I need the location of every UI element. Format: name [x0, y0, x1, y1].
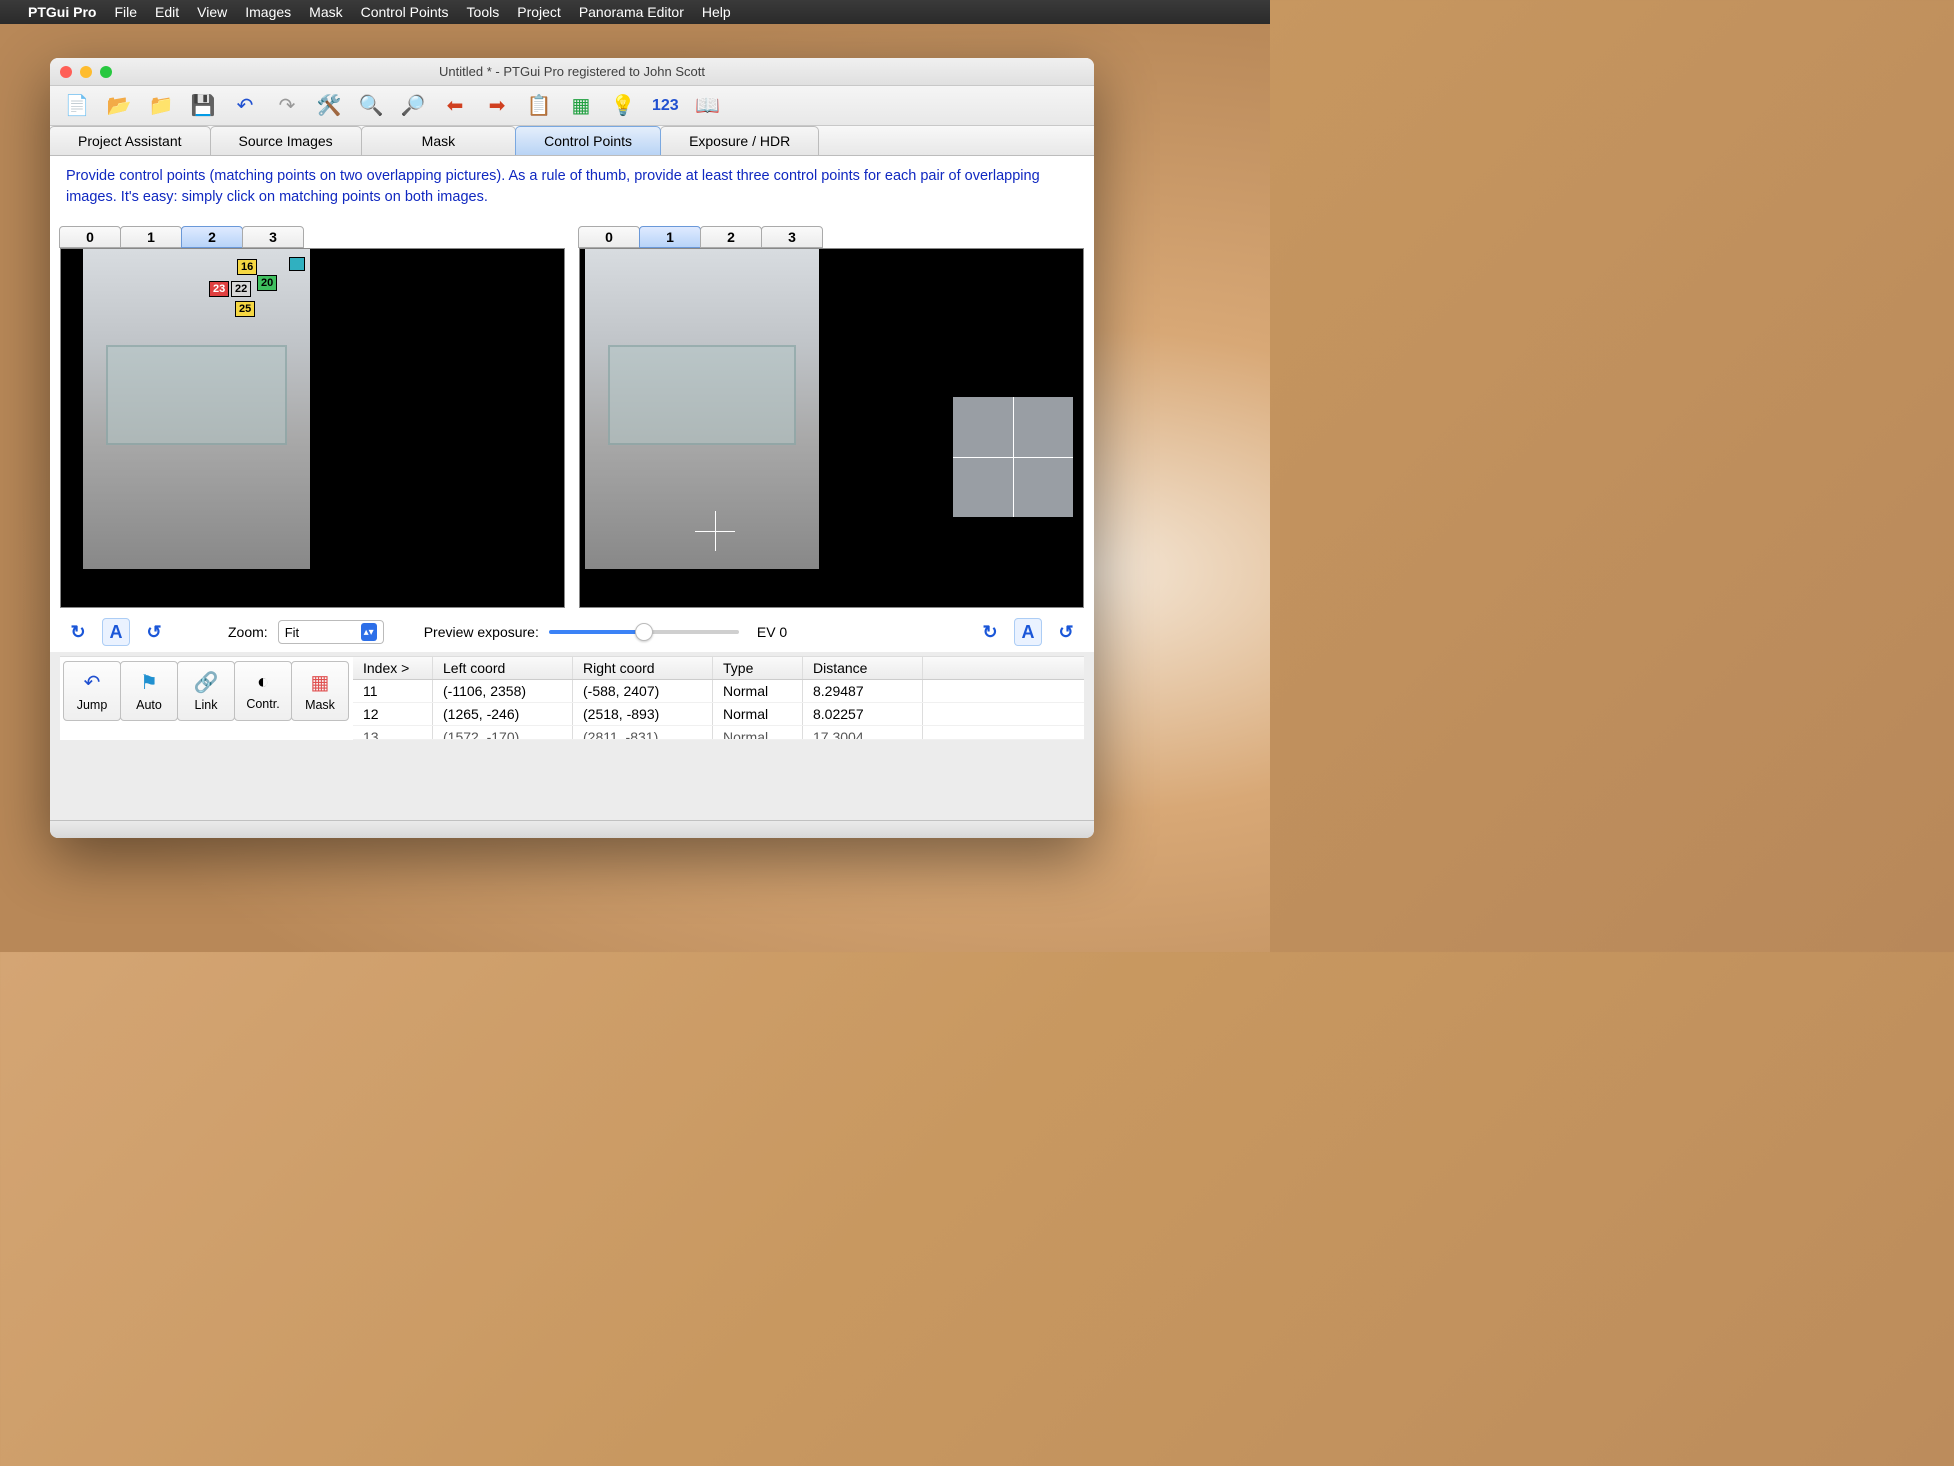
zoom-controls: ↻ A ↺ Zoom: Fit ▴▾ Preview exposure: EV … [50, 608, 1094, 652]
cp-marker[interactable]: 20 [257, 275, 277, 291]
window-title: Untitled * - PTGui Pro registered to Joh… [50, 64, 1094, 79]
slider-thumb[interactable] [635, 623, 653, 641]
tab-mask[interactable]: Mask [361, 126, 516, 155]
add-images-icon[interactable]: 📁 [148, 93, 174, 119]
rotate-cw-left-button[interactable]: ↺ [140, 618, 168, 646]
zoom-in-icon[interactable]: 🔍 [358, 93, 384, 119]
left-imgtab-1[interactable]: 1 [120, 226, 182, 248]
auto-rotate-right-button[interactable]: A [1014, 618, 1042, 646]
control-points-table: Index > Left coord Right coord Type Dist… [353, 657, 1084, 740]
left-imgtab-3[interactable]: 3 [242, 226, 304, 248]
right-image-view[interactable] [579, 248, 1084, 608]
exposure-slider[interactable] [549, 630, 739, 634]
menu-control-points[interactable]: Control Points [361, 4, 449, 20]
left-panel: 0 1 2 3 16 23 22 20 25 [60, 226, 565, 608]
jump-button[interactable]: ↶Jump [63, 661, 121, 721]
left-photo [83, 249, 310, 569]
rotate-cw-right-button[interactable]: ↺ [1052, 618, 1080, 646]
link-button[interactable]: 🔗Link [177, 661, 235, 721]
right-panel: 0 1 2 3 [579, 226, 1084, 608]
app-window: Untitled * - PTGui Pro registered to Joh… [50, 58, 1094, 838]
tools-icon[interactable]: 🛠️ [316, 93, 342, 119]
help-icon[interactable]: 📖 [695, 93, 721, 119]
col-left-coord[interactable]: Left coord [433, 657, 573, 679]
numbers-toggle[interactable]: 123 [652, 93, 679, 119]
crosshair-cursor [695, 511, 735, 551]
tab-exposure-hdr[interactable]: Exposure / HDR [660, 126, 819, 155]
left-image-tabs: 0 1 2 3 [60, 226, 565, 248]
table-row[interactable]: 13 (1572, -170) (2811, -831) Normal 17.3… [353, 726, 1084, 740]
menu-edit[interactable]: Edit [155, 4, 179, 20]
menu-view[interactable]: View [197, 4, 227, 20]
exposure-value: EV 0 [757, 624, 787, 640]
bottom-section: ↶Jump ⚑Auto 🔗Link ◐Contr. ▦Mask Index > … [60, 656, 1084, 740]
next-icon[interactable]: ➡ [484, 93, 510, 119]
menu-app[interactable]: PTGui Pro [28, 4, 96, 20]
grid-icon[interactable]: ▦ [568, 93, 594, 119]
menu-tools[interactable]: Tools [467, 4, 500, 20]
tab-project-assistant[interactable]: Project Assistant [50, 126, 211, 155]
auto-button[interactable]: ⚑Auto [120, 661, 178, 721]
exposure-label: Preview exposure: [424, 624, 539, 640]
save-icon[interactable]: 💾 [190, 93, 216, 119]
left-image-view[interactable]: 16 23 22 20 25 [60, 248, 565, 608]
col-right-coord[interactable]: Right coord [573, 657, 713, 679]
right-imgtab-3[interactable]: 3 [761, 226, 823, 248]
main-tabs: Project Assistant Source Images Mask Con… [50, 126, 1094, 156]
auto-rotate-left-button[interactable]: A [102, 618, 130, 646]
mask-button[interactable]: ▦Mask [291, 661, 349, 721]
menu-help[interactable]: Help [702, 4, 731, 20]
zoom-select[interactable]: Fit ▴▾ [278, 620, 384, 644]
menu-project[interactable]: Project [517, 4, 561, 20]
rotate-ccw-right-button[interactable]: ↻ [976, 618, 1004, 646]
dropdown-arrow-icon: ▴▾ [361, 623, 377, 641]
right-imgtab-0[interactable]: 0 [578, 226, 640, 248]
menu-images[interactable]: Images [245, 4, 291, 20]
instructions-text: Provide control points (matching points … [50, 156, 1094, 218]
toolbar: 📄 📂 📁 💾 ↶ ↷ 🛠️ 🔍 🔎 ⬅ ➡ 📋 ▦ 💡 123 📖 [50, 86, 1094, 126]
cp-marker[interactable]: 22 [231, 281, 251, 297]
window-footer [50, 820, 1094, 838]
hint-icon[interactable]: 💡 [610, 93, 636, 119]
tab-control-points[interactable]: Control Points [515, 126, 661, 155]
zoom-label: Zoom: [228, 624, 268, 640]
zoom-out-icon[interactable]: 🔎 [400, 93, 426, 119]
rotate-ccw-left-button[interactable]: ↻ [64, 618, 92, 646]
menu-file[interactable]: File [114, 4, 137, 20]
cp-marker[interactable]: 23 [209, 281, 229, 297]
action-buttons: ↶Jump ⚑Auto 🔗Link ◐Contr. ▦Mask [60, 657, 353, 740]
titlebar[interactable]: Untitled * - PTGui Pro registered to Joh… [50, 58, 1094, 86]
new-project-icon[interactable]: 📄 [64, 93, 90, 119]
left-imgtab-0[interactable]: 0 [59, 226, 121, 248]
redo-icon[interactable]: ↷ [274, 93, 300, 119]
right-imgtab-2[interactable]: 2 [700, 226, 762, 248]
zoom-value: Fit [285, 625, 299, 640]
copy-icon[interactable]: 📋 [526, 93, 552, 119]
table-row[interactable]: 12 (1265, -246) (2518, -893) Normal 8.02… [353, 703, 1084, 726]
left-imgtab-2[interactable]: 2 [181, 226, 243, 248]
contrast-button[interactable]: ◐Contr. [234, 661, 292, 721]
menu-mask[interactable]: Mask [309, 4, 342, 20]
magnifier-overlay [953, 397, 1073, 517]
cp-marker-extra[interactable] [289, 257, 305, 271]
cp-marker[interactable]: 25 [235, 301, 255, 317]
undo-icon[interactable]: ↶ [232, 93, 258, 119]
cp-marker[interactable]: 16 [237, 259, 257, 275]
col-index[interactable]: Index > [353, 657, 433, 679]
prev-icon[interactable]: ⬅ [442, 93, 468, 119]
table-row[interactable]: 11 (-1106, 2358) (-588, 2407) Normal 8.2… [353, 680, 1084, 703]
right-imgtab-1[interactable]: 1 [639, 226, 701, 248]
menu-panorama-editor[interactable]: Panorama Editor [579, 4, 684, 20]
right-image-tabs: 0 1 2 3 [579, 226, 1084, 248]
macos-menubar: PTGui Pro File Edit View Images Mask Con… [0, 0, 1270, 24]
tab-source-images[interactable]: Source Images [210, 126, 362, 155]
open-project-icon[interactable]: 📂 [106, 93, 132, 119]
col-distance[interactable]: Distance [803, 657, 923, 679]
table-header[interactable]: Index > Left coord Right coord Type Dist… [353, 657, 1084, 680]
col-type[interactable]: Type [713, 657, 803, 679]
